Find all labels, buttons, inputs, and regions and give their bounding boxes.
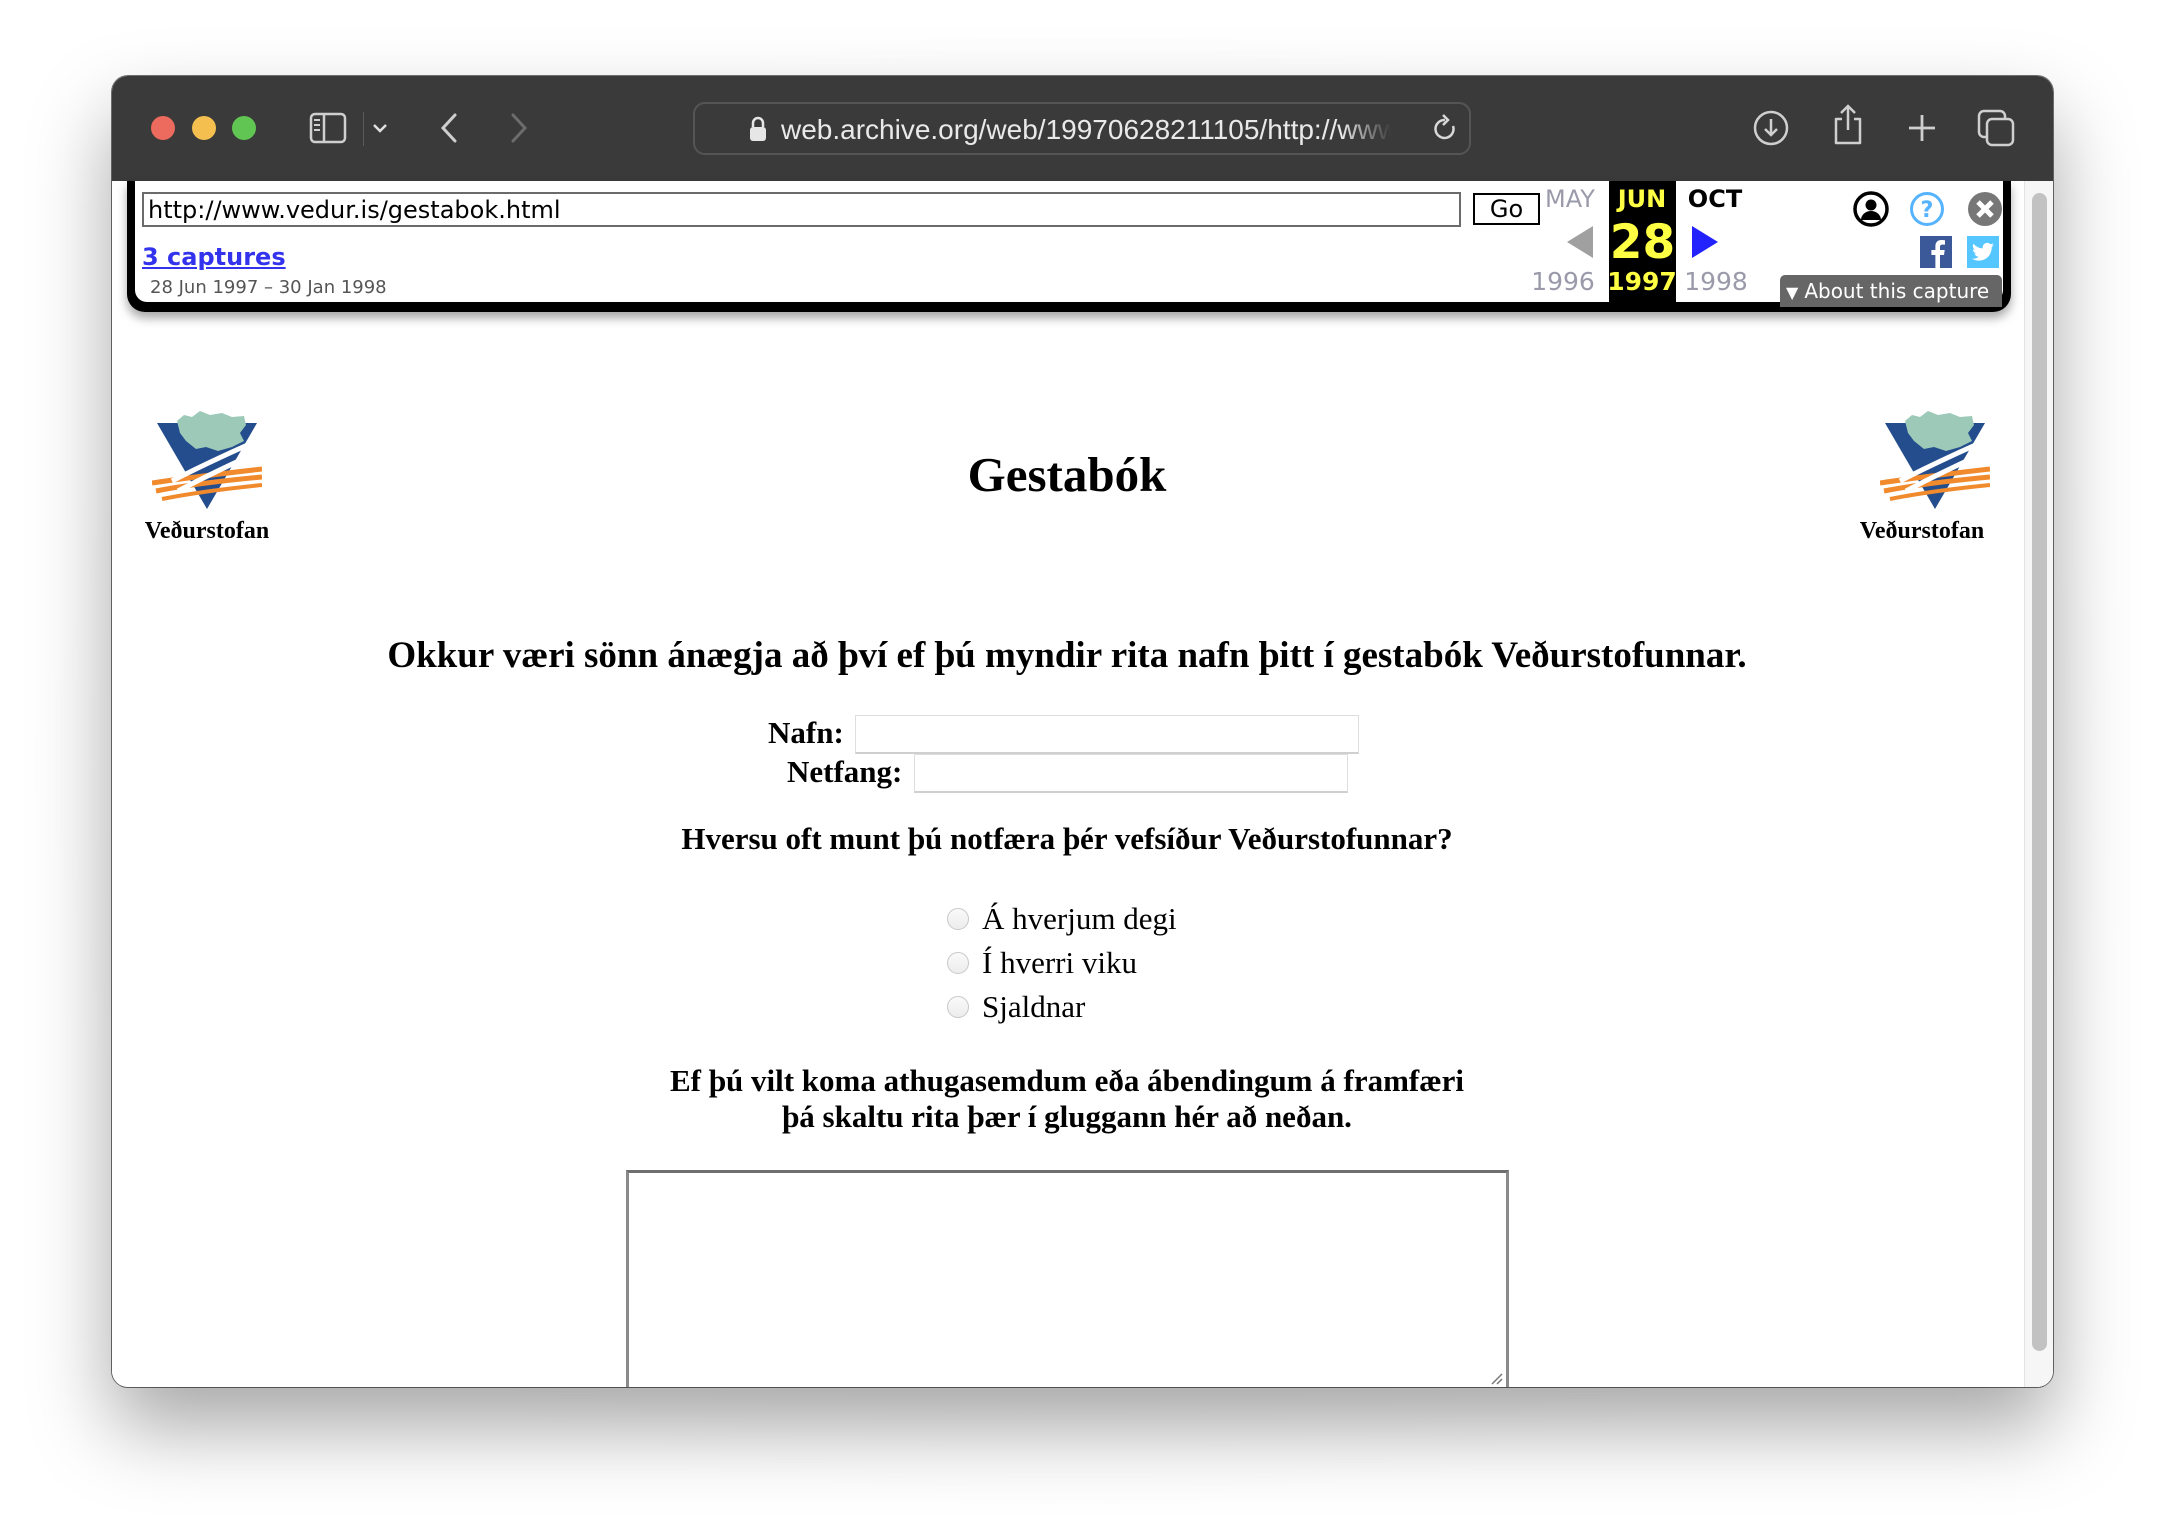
capture-date-range: 28 Jun 1997 – 30 Jan 1998 <box>150 277 387 298</box>
close-window-button[interactable] <box>151 116 175 140</box>
prev-capture-arrow-icon[interactable] <box>1565 225 1595 264</box>
logo-caption-right: Veðurstofan <box>1859 518 1985 544</box>
current-month: JUN <box>1617 185 1667 213</box>
toolbar-divider <box>363 112 364 146</box>
address-bar[interactable]: web.archive.org/web/19970628211105/http:… <box>693 102 1471 155</box>
wayback-url-input[interactable] <box>142 192 1461 227</box>
radio-label: Á hverjum degi <box>982 901 1177 936</box>
captures-link[interactable]: 3 captures <box>142 243 286 271</box>
vertical-scrollbar[interactable] <box>2024 181 2053 1387</box>
comments-prompt-line2: þá skaltu rita þær í gluggann hér að neð… <box>782 1099 1352 1134</box>
prev-month-link[interactable]: MAY <box>1535 185 1605 213</box>
about-capture-button[interactable]: ▼ About this capture <box>1780 275 2002 307</box>
frequency-option-daily[interactable]: Á hverjum degi <box>947 901 1177 937</box>
download-icon[interactable] <box>1752 108 1790 148</box>
page-title: Gestabók <box>967 447 1167 502</box>
email-label: Netfang: <box>787 754 903 789</box>
help-icon[interactable]: ? <box>1909 191 1945 232</box>
next-capture-arrow-icon[interactable] <box>1690 225 1720 264</box>
frequency-question: Hversu oft munt þú notfæra þér vefsíður … <box>681 821 1453 856</box>
svg-text:?: ? <box>1921 198 1934 223</box>
reload-icon[interactable] <box>1431 114 1459 149</box>
sidebar-icon[interactable] <box>308 110 348 146</box>
chevron-down-icon[interactable] <box>370 118 390 138</box>
facebook-share-icon[interactable] <box>1920 236 1952 268</box>
current-day: 28 <box>1609 215 1676 270</box>
radio-button[interactable] <box>947 996 969 1018</box>
comments-prompt-line1: Ef þú vilt koma athugasemdum eða ábendin… <box>670 1063 1464 1098</box>
email-input[interactable] <box>914 754 1348 793</box>
prev-year-link[interactable]: 1996 <box>1528 267 1598 296</box>
logo-caption-left: Veðurstofan <box>144 518 270 544</box>
caret-down-icon: ▼ <box>1786 283 1799 302</box>
minimize-window-button[interactable] <box>192 116 216 140</box>
radio-label: Sjaldnar <box>982 989 1086 1024</box>
page-viewport: Go 3 captures 28 Jun 1997 – 30 Jan 1998 … <box>112 181 2053 1387</box>
plus-icon[interactable] <box>1904 110 1940 146</box>
browser-toolbar: web.archive.org/web/19970628211105/http:… <box>112 76 2053 182</box>
radio-button[interactable] <box>947 952 969 974</box>
about-capture-label: About this capture <box>1804 279 1990 303</box>
frequency-option-rarely[interactable]: Sjaldnar <box>947 989 1085 1025</box>
next-year-link[interactable]: 1998 <box>1681 267 1751 296</box>
intro-text: Okkur væri sönn ánægja að því ef þú mynd… <box>387 635 1747 676</box>
resize-grip-icon[interactable] <box>1491 1372 1503 1385</box>
share-icon[interactable] <box>1830 102 1866 148</box>
comments-textarea[interactable] <box>626 1170 1509 1387</box>
zoom-window-button[interactable] <box>232 116 256 140</box>
user-account-icon[interactable] <box>1853 191 1889 232</box>
wayback-toolbar: Go 3 captures 28 Jun 1997 – 30 Jan 1998 … <box>127 181 2011 312</box>
forward-icon[interactable] <box>504 110 534 146</box>
frequency-option-weekly[interactable]: Í hverri viku <box>947 945 1137 981</box>
name-label: Nafn: <box>768 715 844 750</box>
scrollbar-thumb[interactable] <box>2032 193 2047 1351</box>
radio-label: Í hverri viku <box>982 945 1137 980</box>
current-year: 1997 <box>1607 267 1677 296</box>
radio-button[interactable] <box>947 908 969 930</box>
tab-overview-icon[interactable] <box>1976 108 2016 148</box>
name-input[interactable] <box>855 715 1359 754</box>
twitter-share-icon[interactable] <box>1967 236 1999 268</box>
lock-icon <box>749 116 767 147</box>
current-capture-column: JUN 28 1997 <box>1607 181 1677 302</box>
close-toolbar-icon[interactable] <box>1967 191 2003 232</box>
back-icon[interactable] <box>434 110 464 146</box>
browser-window: web.archive.org/web/19970628211105/http:… <box>112 76 2053 1387</box>
wayback-toolbar-panel: Go 3 captures 28 Jun 1997 – 30 Jan 1998 … <box>135 181 2003 307</box>
wayback-go-button[interactable]: Go <box>1473 193 1540 225</box>
address-bar-text: web.archive.org/web/19970628211105/http:… <box>781 114 1391 145</box>
next-month-link[interactable]: OCT <box>1680 185 1750 213</box>
